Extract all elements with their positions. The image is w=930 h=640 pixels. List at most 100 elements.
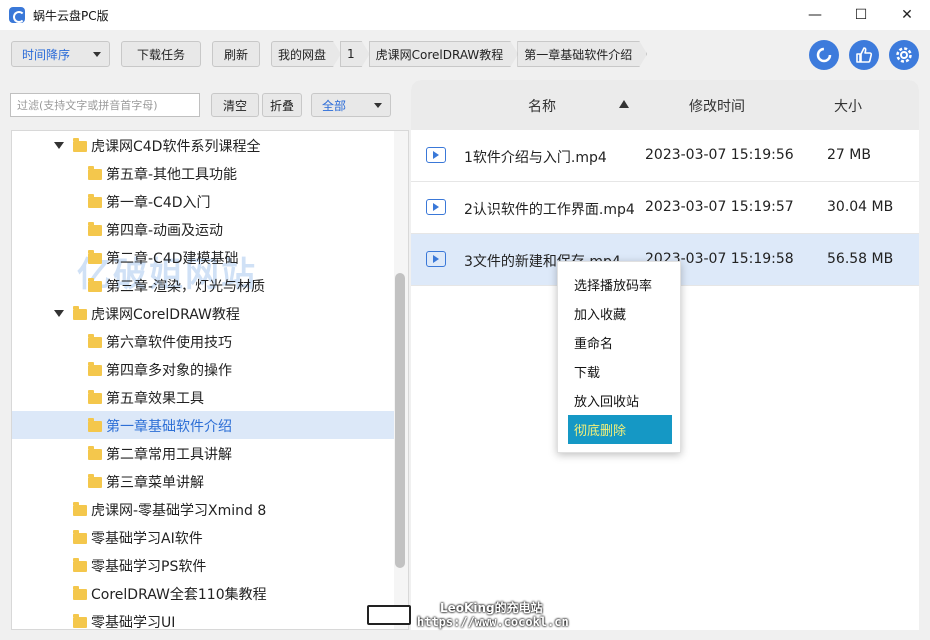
context-menu-item[interactable]: 重命名 bbox=[568, 328, 672, 357]
tree-item[interactable]: 第二章常用工具讲解 bbox=[12, 439, 396, 467]
table-header: 名称 修改时间 大小 bbox=[411, 80, 919, 130]
folder-icon bbox=[88, 194, 102, 208]
file-modified: 2023-03-07 15:19:57 bbox=[645, 199, 794, 215]
filter-input[interactable] bbox=[10, 93, 200, 117]
tree-item[interactable]: 第三章-渲染，灯光与材质 bbox=[12, 271, 396, 299]
gear-icon[interactable] bbox=[889, 40, 919, 70]
context-menu-item[interactable]: 选择播放码率 bbox=[568, 270, 672, 299]
folder-icon bbox=[88, 362, 102, 376]
column-header-name[interactable]: 名称 bbox=[528, 96, 556, 116]
tree-item-label: 第四章-动画及运动 bbox=[106, 223, 224, 239]
folder-icon bbox=[88, 250, 102, 264]
file-name: 2认识软件的工作界面.mp4 bbox=[464, 202, 635, 218]
tree-item-label: 第三章-渲染，灯光与材质 bbox=[106, 279, 266, 295]
breadcrumb-item[interactable]: 1 bbox=[340, 41, 370, 67]
folder-tree: 亿破姐网站 虎课网C4D软件系列课程全 第五章-其他工具功能 第一章-C4D入门 第四… bbox=[11, 130, 409, 630]
folder-icon bbox=[73, 502, 87, 516]
app-logo-icon bbox=[9, 7, 25, 23]
folder-icon bbox=[88, 222, 102, 236]
tree-item[interactable]: 第五章效果工具 bbox=[12, 383, 396, 411]
tree-item-label: 虎课网CorelDRAW教程 bbox=[91, 307, 240, 323]
collapse-button[interactable]: 折叠 bbox=[262, 93, 302, 117]
minimize-button[interactable]: — bbox=[792, 0, 838, 30]
folder-icon bbox=[88, 334, 102, 348]
tree-item-label: 第一章-C4D入门 bbox=[106, 195, 211, 211]
video-file-icon bbox=[426, 199, 446, 215]
footer-watermark: LeoKing的充电站 https://www.cocokl.cn bbox=[365, 598, 585, 638]
folder-icon bbox=[88, 418, 102, 432]
tree-item[interactable]: CorelDRAW全套110集教程 bbox=[12, 579, 396, 607]
tree-item[interactable]: 零基础学习PS软件 bbox=[12, 551, 396, 579]
scrollbar-track[interactable] bbox=[394, 131, 408, 629]
tree-item[interactable]: 第五章-其他工具功能 bbox=[12, 159, 396, 187]
tree-item-label: 虎课网C4D软件系列课程全 bbox=[91, 139, 261, 155]
tree-item-label: 第二章常用工具讲解 bbox=[106, 447, 232, 463]
tree-item-label: 第三章菜单讲解 bbox=[106, 475, 204, 491]
context-menu-item[interactable]: 彻底删除 bbox=[568, 415, 672, 444]
file-modified: 2023-03-07 15:19:56 bbox=[645, 147, 794, 163]
tree-item[interactable]: 虎课网C4D软件系列课程全 bbox=[12, 131, 396, 159]
context-menu-item[interactable]: 下载 bbox=[568, 357, 672, 386]
folder-icon bbox=[88, 278, 102, 292]
tree-item[interactable]: 第六章软件使用技巧 bbox=[12, 327, 396, 355]
tree-item[interactable]: 零基础学习UI bbox=[12, 607, 396, 630]
scope-label: 全部 bbox=[322, 98, 347, 113]
column-header-size[interactable]: 大小 bbox=[834, 96, 862, 116]
video-file-icon bbox=[426, 147, 446, 163]
clear-filter-button[interactable]: 清空 bbox=[211, 93, 259, 117]
file-row[interactable]: 2认识软件的工作界面.mp4 2023-03-07 15:19:57 30.04 M… bbox=[411, 182, 919, 234]
scrollbar-thumb[interactable] bbox=[395, 273, 405, 568]
download-tasks-button[interactable]: 下载任务 bbox=[121, 41, 201, 67]
breadcrumb-item[interactable]: 虎课网CorelDRAW教程 bbox=[369, 41, 519, 67]
sync-icon[interactable] bbox=[809, 40, 839, 70]
tree-item[interactable]: 第一章-C4D入门 bbox=[12, 187, 396, 215]
refresh-button[interactable]: 刷新 bbox=[212, 41, 260, 67]
breadcrumb-item[interactable]: 第一章基础软件介绍 bbox=[517, 41, 647, 67]
tree-item[interactable]: 第四章多对象的操作 bbox=[12, 355, 396, 383]
laptop-logo-icon bbox=[367, 605, 411, 625]
tree-item-label: 虎课网-零基础学习Xmind 8 bbox=[91, 503, 267, 519]
tree-item-label: 第一章基础软件介绍 bbox=[106, 419, 232, 435]
folder-icon bbox=[73, 586, 87, 600]
tree-item[interactable]: 虎课网CorelDRAW教程 bbox=[12, 299, 396, 327]
tree-item[interactable]: 第三章菜单讲解 bbox=[12, 467, 396, 495]
tree-item[interactable]: 零基础学习AI软件 bbox=[12, 523, 396, 551]
folder-icon bbox=[73, 138, 87, 152]
scope-dropdown[interactable]: 全部 bbox=[311, 93, 391, 117]
context-menu: 选择播放码率 加入收藏 重命名 下载 放入回收站 彻底删除 bbox=[557, 261, 681, 453]
context-menu-item[interactable]: 放入回收站 bbox=[568, 386, 672, 415]
maximize-button[interactable]: ☐ bbox=[838, 0, 884, 30]
expand-arrow-icon[interactable] bbox=[54, 310, 64, 317]
window-controls: — ☐ ✕ bbox=[792, 0, 930, 30]
file-size: 56.58 MB bbox=[827, 251, 894, 267]
tree-item[interactable]: 虎课网-零基础学习Xmind 8 bbox=[12, 495, 396, 523]
thumbs-up-icon[interactable] bbox=[849, 40, 879, 70]
breadcrumb-item[interactable]: 我的网盘 bbox=[271, 41, 341, 67]
sort-order-dropdown[interactable]: 时间降序 bbox=[11, 41, 110, 67]
tree-item-label: 零基础学习AI软件 bbox=[91, 531, 203, 547]
tree-item-label: 第二章-C4D建模基础 bbox=[106, 251, 239, 267]
context-menu-item[interactable]: 加入收藏 bbox=[568, 299, 672, 328]
file-row[interactable]: 1软件介绍与入门.mp4 2023-03-07 15:19:56 27 MB bbox=[411, 130, 919, 182]
video-file-icon bbox=[426, 251, 446, 267]
column-header-modified[interactable]: 修改时间 bbox=[689, 96, 745, 116]
close-button[interactable]: ✕ bbox=[884, 0, 930, 30]
tree-item[interactable]: 第一章基础软件介绍 bbox=[12, 411, 396, 439]
folder-icon bbox=[88, 474, 102, 488]
tree-item-label: 第四章多对象的操作 bbox=[106, 363, 232, 379]
tree-item-label: 第五章-其他工具功能 bbox=[106, 167, 238, 183]
sort-order-label: 时间降序 bbox=[22, 47, 71, 62]
sort-ascending-icon[interactable] bbox=[619, 100, 629, 108]
tree-item-label: 零基础学习UI bbox=[91, 615, 176, 630]
tree-item[interactable]: 第二章-C4D建模基础 bbox=[12, 243, 396, 271]
tree-item-label: 零基础学习PS软件 bbox=[91, 559, 207, 575]
chevron-down-icon bbox=[374, 102, 382, 108]
tree-item[interactable]: 第四章-动画及运动 bbox=[12, 215, 396, 243]
tree-item-label: CorelDRAW全套110集教程 bbox=[91, 587, 267, 603]
breadcrumb: 我的网盘 1 虎课网CorelDRAW教程 第一章基础软件介绍 bbox=[271, 41, 646, 67]
folder-icon bbox=[73, 306, 87, 320]
chevron-down-icon bbox=[93, 51, 101, 57]
file-name: 1软件介绍与入门.mp4 bbox=[464, 150, 607, 166]
toolbar: 时间降序 下载任务 刷新 我的网盘 1 虎课网CorelDRAW教程 第一章基础… bbox=[0, 30, 930, 80]
expand-arrow-icon[interactable] bbox=[54, 142, 64, 149]
